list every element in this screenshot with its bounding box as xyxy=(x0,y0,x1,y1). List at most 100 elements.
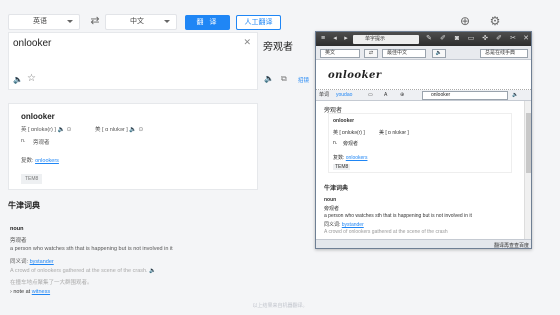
dict-meaning: 旁观者 xyxy=(33,140,50,146)
zoom-icon[interactable]: ⊕ xyxy=(400,91,404,100)
scrollbar-thumb[interactable] xyxy=(526,113,531,173)
popup-related-label: 复数: xyxy=(333,155,345,161)
close-icon[interactable]: ✕ xyxy=(521,34,531,44)
tools-icon[interactable]: ✂ xyxy=(508,34,518,44)
popup-oxford-syn: 同义词: bystander xyxy=(324,221,364,228)
popup-bottom-bar: 翻译再查查百度 xyxy=(316,239,531,248)
speaker-icon[interactable]: 🔈 xyxy=(264,74,274,83)
popup-sub-uk: 英 [ ɒnlʊkə(r) ] xyxy=(333,130,365,136)
forward-icon[interactable]: ▸ xyxy=(341,34,351,44)
popup-syn-label: 同义词: xyxy=(324,222,341,228)
example-en-text: A crowd of onlookers gathered at the sce… xyxy=(10,268,148,274)
youdao-tab[interactable]: youdao xyxy=(336,91,352,100)
note-prefix: note at xyxy=(13,289,31,295)
popup-query-bar: 单词 youdao ▭ A ⊕ onlooker 🔈 xyxy=(316,90,531,101)
synonym-link[interactable]: bystander xyxy=(30,259,54,265)
record-icon[interactable]: ⊙ xyxy=(138,127,143,133)
record-icon[interactable]: ⊙ xyxy=(66,127,71,133)
oxford-example-en: A crowd of onlookers gathered at the sce… xyxy=(10,268,156,274)
speaker-icon[interactable]: 🔈 xyxy=(129,127,136,133)
close-icon[interactable]: ✕ xyxy=(243,37,251,48)
translation-result: 旁观者 xyxy=(263,42,293,53)
popup-sub-meaning: 旁观者 xyxy=(343,141,359,147)
handwriting-area[interactable]: onlooker xyxy=(316,60,531,90)
pin-icon[interactable]: ✜ xyxy=(480,34,490,44)
camera-icon[interactable]: ◙ xyxy=(452,34,462,44)
oxford-meaning-cn: 旁观者 xyxy=(10,238,27,244)
settings-icon[interactable]: ⚙ xyxy=(488,14,502,28)
back-icon[interactable]: ◂ xyxy=(330,34,340,44)
swap-languages-icon[interactable]: ⇄ xyxy=(88,15,102,27)
us-phonetic: 美 [ ɑ nlʊkər ] 🔈 ⊙ xyxy=(95,125,143,133)
dict-pos: n. xyxy=(21,138,26,144)
speaker-icon[interactable]: 🔈 xyxy=(149,268,156,274)
speaker-icon[interactable]: 🔈 xyxy=(432,49,446,58)
oxford-pos: noun xyxy=(10,226,24,232)
copy-icon[interactable]: ⧉ xyxy=(281,74,287,84)
popup-content: 旁观者 onlooker 英 [ ɒnlʊkə(r) ] 美 [ ɒ nlʊkə… xyxy=(316,101,526,239)
oxford-title: 牛津词典 xyxy=(8,201,40,210)
speaker-icon[interactable]: 🔈 xyxy=(512,91,518,100)
word-tab[interactable]: 单词 xyxy=(319,91,329,100)
uk-phonetic: 英 [ ɒnlʊkə(r) ] 🔈 ⊙ xyxy=(21,125,72,133)
pen-icon[interactable]: ✎ xyxy=(424,34,434,44)
popup-sub-card: onlooker 英 [ ɒnlʊkə(r) ] 美 [ ɒ nlʊkər ] … xyxy=(328,113,512,173)
human-translation-button[interactable]: 人工翻译 xyxy=(236,15,281,30)
uk-label: 英 xyxy=(21,127,27,133)
font-size-icon[interactable]: A xyxy=(384,91,387,100)
popup-oxford-pos: noun xyxy=(324,197,337,203)
popup-sub-us: 美 [ ɒ nlʊkər ] xyxy=(379,130,409,136)
uk-phonetic-text: [ ɒnlʊkə(r) ] xyxy=(28,127,56,133)
synonym-label: 同义词: xyxy=(10,259,29,265)
note-link[interactable]: witness xyxy=(32,289,50,295)
source-language-select[interactable]: 英语 xyxy=(8,14,80,30)
target-language-select[interactable]: 中文 xyxy=(105,14,177,30)
popup-language-bar: 英文 ⇄ 最佳中文 🔈 总是在线手典 xyxy=(316,46,531,60)
brush-icon[interactable]: ✐ xyxy=(438,34,448,44)
chevron-down-icon xyxy=(67,20,73,23)
add-note-icon[interactable]: ⊕ xyxy=(458,14,472,28)
popup-search-input[interactable]: 单字提示 xyxy=(353,35,419,44)
popup-sub-related: 复数: onlookers xyxy=(333,154,367,161)
popup-bottom-link[interactable]: 翻译再查查百度 xyxy=(494,242,529,248)
related-label: 复数: xyxy=(21,158,34,164)
handwriting-text: onlooker xyxy=(328,70,382,81)
speaker-icon[interactable]: 🔈 xyxy=(13,75,23,84)
related-link[interactable]: onlookers xyxy=(35,158,59,164)
us-label: 美 xyxy=(95,127,101,133)
screen-icon[interactable]: ▭ xyxy=(466,34,476,44)
popup-mode-select[interactable]: 总是在线手典 xyxy=(480,49,528,58)
source-language-label: 英语 xyxy=(33,18,47,25)
popup-syn-link[interactable]: bystander xyxy=(342,222,364,228)
popup-exam-tag: TEM8 xyxy=(333,164,351,170)
swap-icon[interactable]: ⇄ xyxy=(364,49,378,58)
oxford-section: 牛津词典 xyxy=(8,200,258,211)
exam-tag: TEM8 xyxy=(21,174,43,184)
side-link[interactable]: 招镜 xyxy=(298,76,309,84)
popup-titlebar[interactable]: ≡ ◂ ▸ 单字提示 ✎ ✐ ◙ ▭ ✜ ✐ ✂ ✕ xyxy=(316,32,531,46)
popup-scrollbar[interactable] xyxy=(524,101,531,239)
popup-oxford-cn: 旁观者 xyxy=(324,206,340,212)
popup-sub-pos: n. xyxy=(333,140,338,146)
popup-dictionary-window[interactable]: ≡ ◂ ▸ 单字提示 ✎ ✐ ◙ ▭ ✜ ✐ ✂ ✕ 英文 ⇄ 最佳中文 🔈 总… xyxy=(315,31,532,249)
source-text-input[interactable]: onlooker xyxy=(13,38,51,49)
popup-target-lang-select[interactable]: 最佳中文 xyxy=(382,49,426,58)
popup-query-input[interactable]: onlooker xyxy=(422,91,508,100)
popup-oxford-title: 牛津词典 xyxy=(324,186,349,192)
chevron-right-icon[interactable]: › xyxy=(10,289,12,295)
related-form: 复数: onlookers xyxy=(21,156,59,164)
translate-button[interactable]: 翻 译 xyxy=(185,15,230,30)
brush-icon[interactable]: ✐ xyxy=(494,34,504,44)
oxford-note: › note at witness xyxy=(10,289,50,295)
popup-oxford-example: A crowd of onlookers gathered at the sce… xyxy=(324,229,448,235)
menu-icon[interactable]: ≡ xyxy=(318,34,328,44)
copy-icon[interactable]: ▭ xyxy=(368,91,373,100)
oxford-example-cn: 在撞车地点聚集了一大群围观者。 xyxy=(10,280,93,286)
speaker-icon[interactable]: 🔈 xyxy=(57,127,64,133)
target-language-label: 中文 xyxy=(130,18,144,25)
input-card: onlooker ✕ 🔈 ☆ xyxy=(8,32,258,90)
popup-related-link[interactable]: onlookers xyxy=(346,155,368,161)
star-icon[interactable]: ☆ xyxy=(27,73,36,84)
dict-word: onlooker xyxy=(21,112,55,121)
popup-source-lang-select[interactable]: 英文 xyxy=(320,49,360,58)
